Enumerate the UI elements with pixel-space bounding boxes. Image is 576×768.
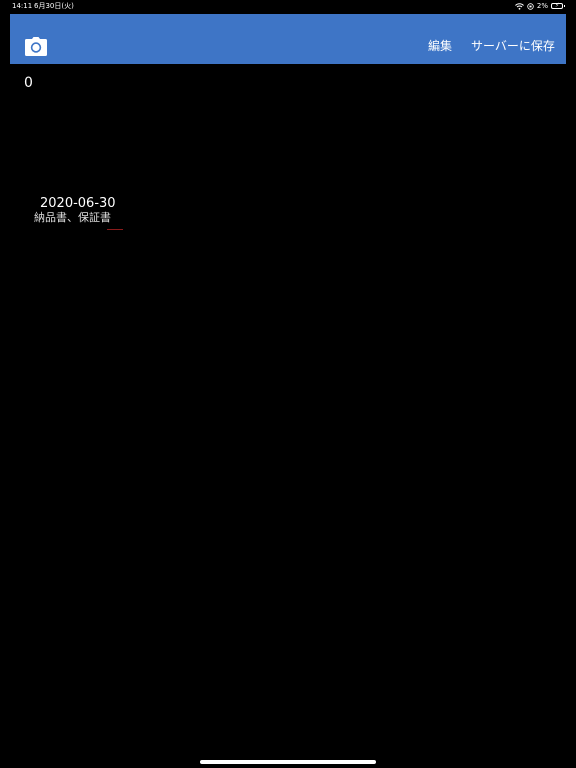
item-count: 0 — [24, 75, 33, 91]
camera-icon — [25, 37, 47, 56]
status-date: 6月30日(火) — [34, 2, 74, 10]
wifi-icon — [515, 2, 524, 10]
navigation-bar: 編集 サーバーに保存 — [10, 14, 566, 64]
item-title: 納品書、保証書 — [34, 211, 111, 224]
status-indicators: 2% ⚡ — [515, 0, 565, 12]
status-bar: 14:11 6月30日(火) 2% ⚡ — [0, 0, 576, 12]
edit-button[interactable]: 編集 — [428, 38, 452, 54]
battery-percent: 2% — [536, 2, 548, 10]
home-indicator[interactable] — [200, 760, 376, 764]
charging-bolt-icon: ⚡ — [555, 2, 560, 9]
camera-button[interactable] — [24, 37, 48, 57]
orientation-lock-icon — [527, 2, 534, 10]
status-time: 14:11 — [12, 2, 33, 10]
save-to-server-button[interactable]: サーバーに保存 — [471, 38, 555, 54]
battery-icon: ⚡ — [551, 2, 565, 9]
item-underline — [107, 229, 123, 230]
app-screen: 14:11 6月30日(火) 2% ⚡ 編集 サーバーに保存 0 2020-06… — [0, 0, 576, 768]
